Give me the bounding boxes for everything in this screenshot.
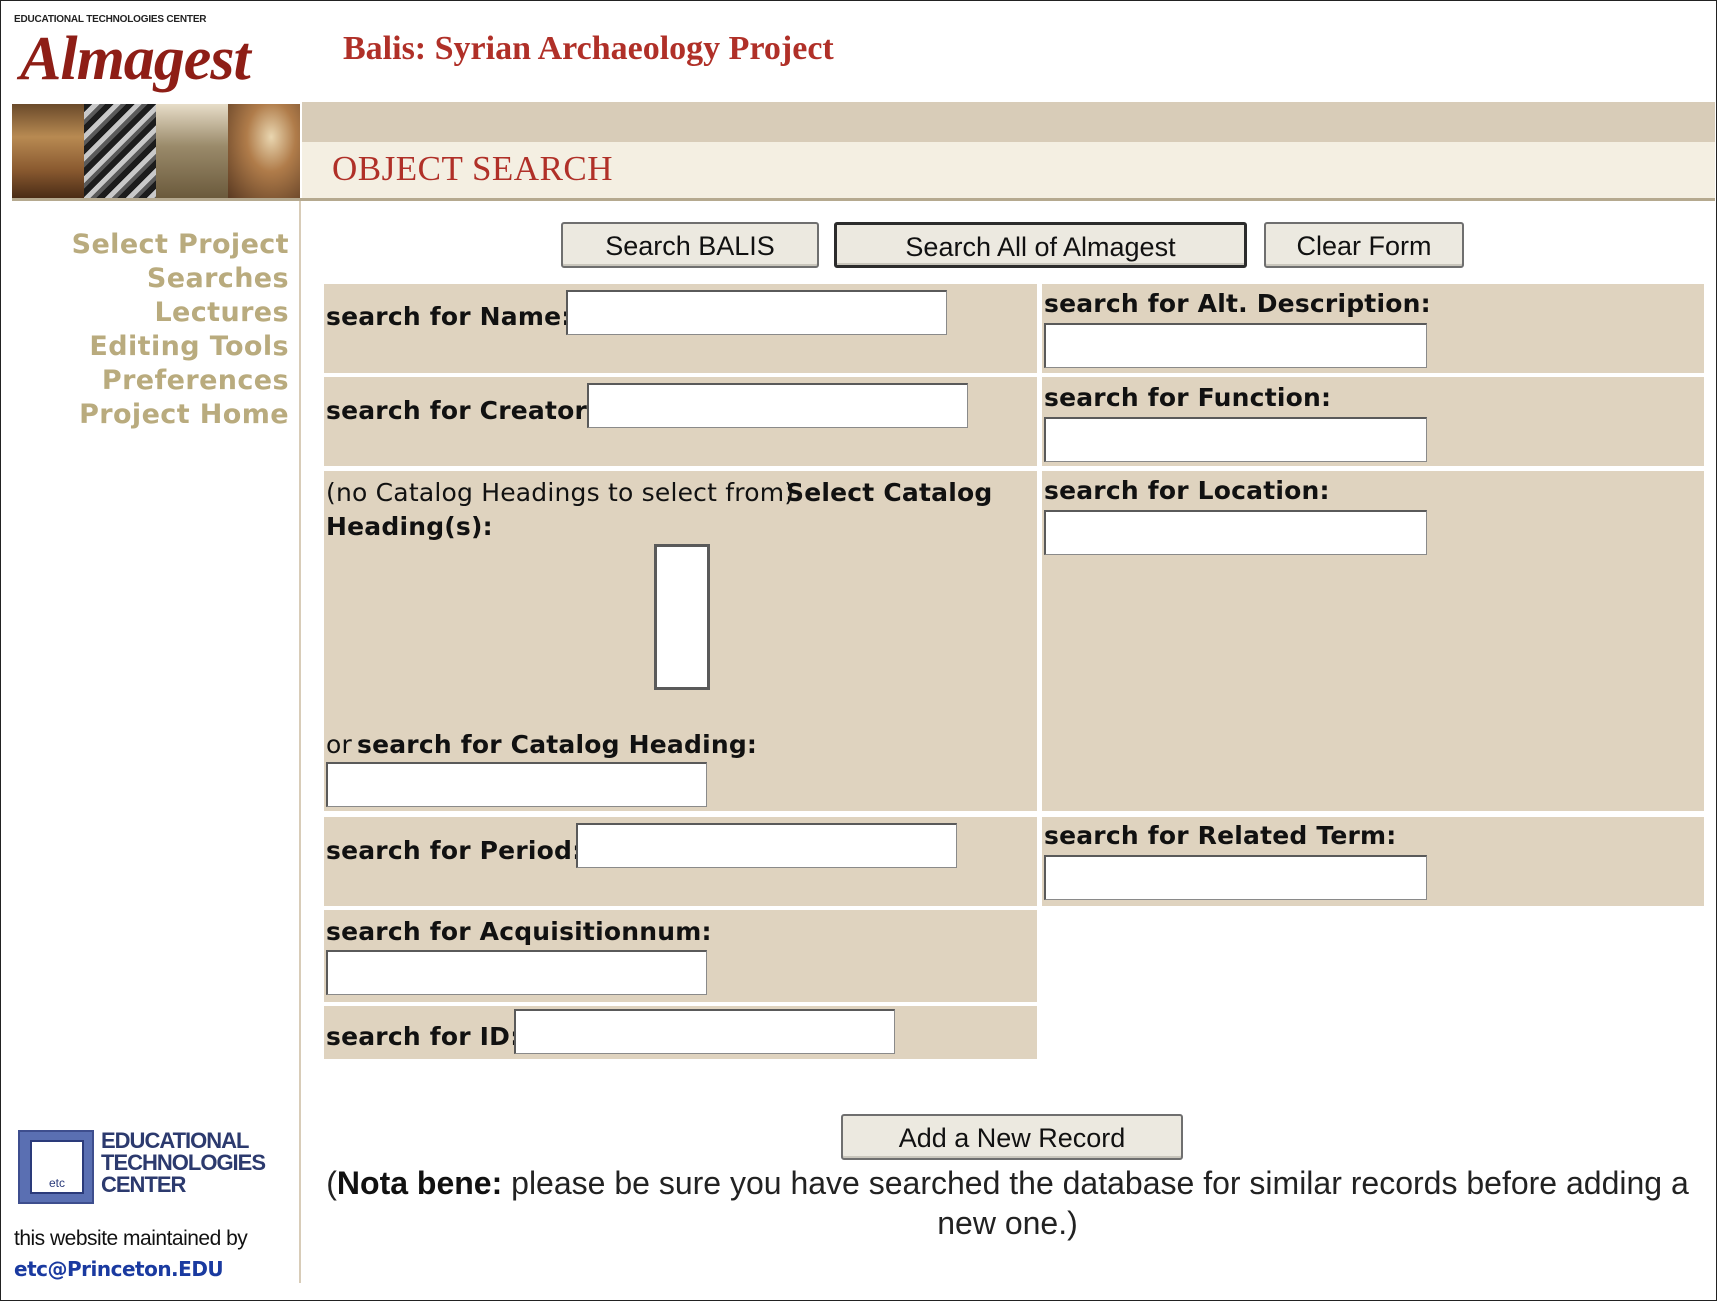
nota-bene-note: (Nota bene: please be sure you have sear… xyxy=(300,1163,1715,1243)
alt-description-input[interactable] xyxy=(1044,323,1427,368)
sidebar-nav: Select Project Searches Lectures Editing… xyxy=(72,228,289,432)
search-all-button[interactable]: Search All of Almagest xyxy=(834,222,1247,268)
logo-image-3 xyxy=(156,104,228,198)
page-title: OBJECT SEARCH xyxy=(332,149,614,188)
etc-logo-icon[interactable]: etc xyxy=(18,1130,94,1204)
related-term-input[interactable] xyxy=(1044,855,1427,900)
catalog-heading-listbox[interactable] xyxy=(654,544,710,690)
catalog-heading-input[interactable] xyxy=(326,762,707,807)
function-label: search for Function: xyxy=(1044,383,1332,412)
etc-logo-frame: etc xyxy=(30,1140,84,1194)
nota-bene-text: please be sure you have searched the dat… xyxy=(502,1165,1689,1241)
logo-image-2 xyxy=(84,104,156,198)
etc-name: EDUCATIONAL TECHNOLOGIES CENTER xyxy=(101,1130,291,1196)
sidebar-item-project-home[interactable]: Project Home xyxy=(72,398,289,432)
acquisitionnum-label: search for Acquisitionnum: xyxy=(326,917,712,946)
alt-description-label: search for Alt. Description: xyxy=(1044,289,1431,318)
catalog-note: (no Catalog Headings to select from) xyxy=(326,478,795,507)
creator-label: search for Creator: xyxy=(326,396,598,425)
add-new-record-button[interactable]: Add a New Record xyxy=(841,1114,1183,1160)
logo-image-4 xyxy=(228,104,300,198)
etc-name-line-3: CENTER xyxy=(101,1172,186,1197)
project-title: Balis: Syrian Archaeology Project xyxy=(343,30,834,67)
etc-name-line-1: EDUCATIONAL xyxy=(101,1128,249,1153)
creator-input[interactable] xyxy=(587,383,968,428)
sidebar-item-preferences[interactable]: Preferences xyxy=(72,364,289,398)
logo-wordmark: Almagest xyxy=(20,25,251,93)
catalog-search-label: search for Catalog Heading: xyxy=(357,730,758,759)
name-input[interactable] xyxy=(566,290,947,335)
catalog-or-text: or xyxy=(326,730,352,759)
search-balis-button[interactable]: Search BALIS xyxy=(561,222,819,268)
catalog-select-label-2: Heading(s): xyxy=(326,512,493,541)
clear-form-button[interactable]: Clear Form xyxy=(1264,222,1464,268)
id-input[interactable] xyxy=(514,1009,895,1054)
period-input[interactable] xyxy=(576,823,957,868)
sidebar-item-lectures[interactable]: Lectures xyxy=(72,296,289,330)
etc-name-line-2: TECHNOLOGIES xyxy=(101,1150,266,1175)
location-label: search for Location: xyxy=(1044,476,1330,505)
maintainer-email-link[interactable]: etc@Princeton.EDU xyxy=(14,1257,224,1281)
logo-top: EDUCATIONAL TECHNOLOGIES CENTER Almagest xyxy=(12,12,300,104)
logo-image-strip xyxy=(12,104,300,198)
nota-bene-open: ( xyxy=(326,1165,337,1201)
period-label: search for Period: xyxy=(326,836,583,865)
logo-image-1 xyxy=(12,104,84,198)
almagest-logo[interactable]: EDUCATIONAL TECHNOLOGIES CENTER Almagest xyxy=(12,12,300,198)
header-divider xyxy=(12,198,1715,201)
related-term-label: search for Related Term: xyxy=(1044,821,1397,850)
function-input[interactable] xyxy=(1044,417,1427,462)
name-label: search for Name: xyxy=(326,302,572,331)
location-input[interactable] xyxy=(1044,510,1427,555)
sidebar-item-select-project[interactable]: Select Project xyxy=(72,228,289,262)
maintained-by-text: this website maintained by xyxy=(14,1227,248,1250)
sidebar-item-editing-tools[interactable]: Editing Tools xyxy=(72,330,289,364)
etc-logo-text: etc xyxy=(48,1176,65,1190)
header-band xyxy=(302,102,1715,142)
sidebar-divider xyxy=(299,201,301,1283)
nota-bene-label: Nota bene: xyxy=(336,1165,503,1201)
nota-bene-close: ) xyxy=(1067,1205,1078,1241)
acquisitionnum-input[interactable] xyxy=(326,950,707,995)
sidebar-item-searches[interactable]: Searches xyxy=(72,262,289,296)
catalog-select-label-1: Select Catalog xyxy=(786,478,993,507)
id-label: search for ID: xyxy=(326,1022,521,1051)
